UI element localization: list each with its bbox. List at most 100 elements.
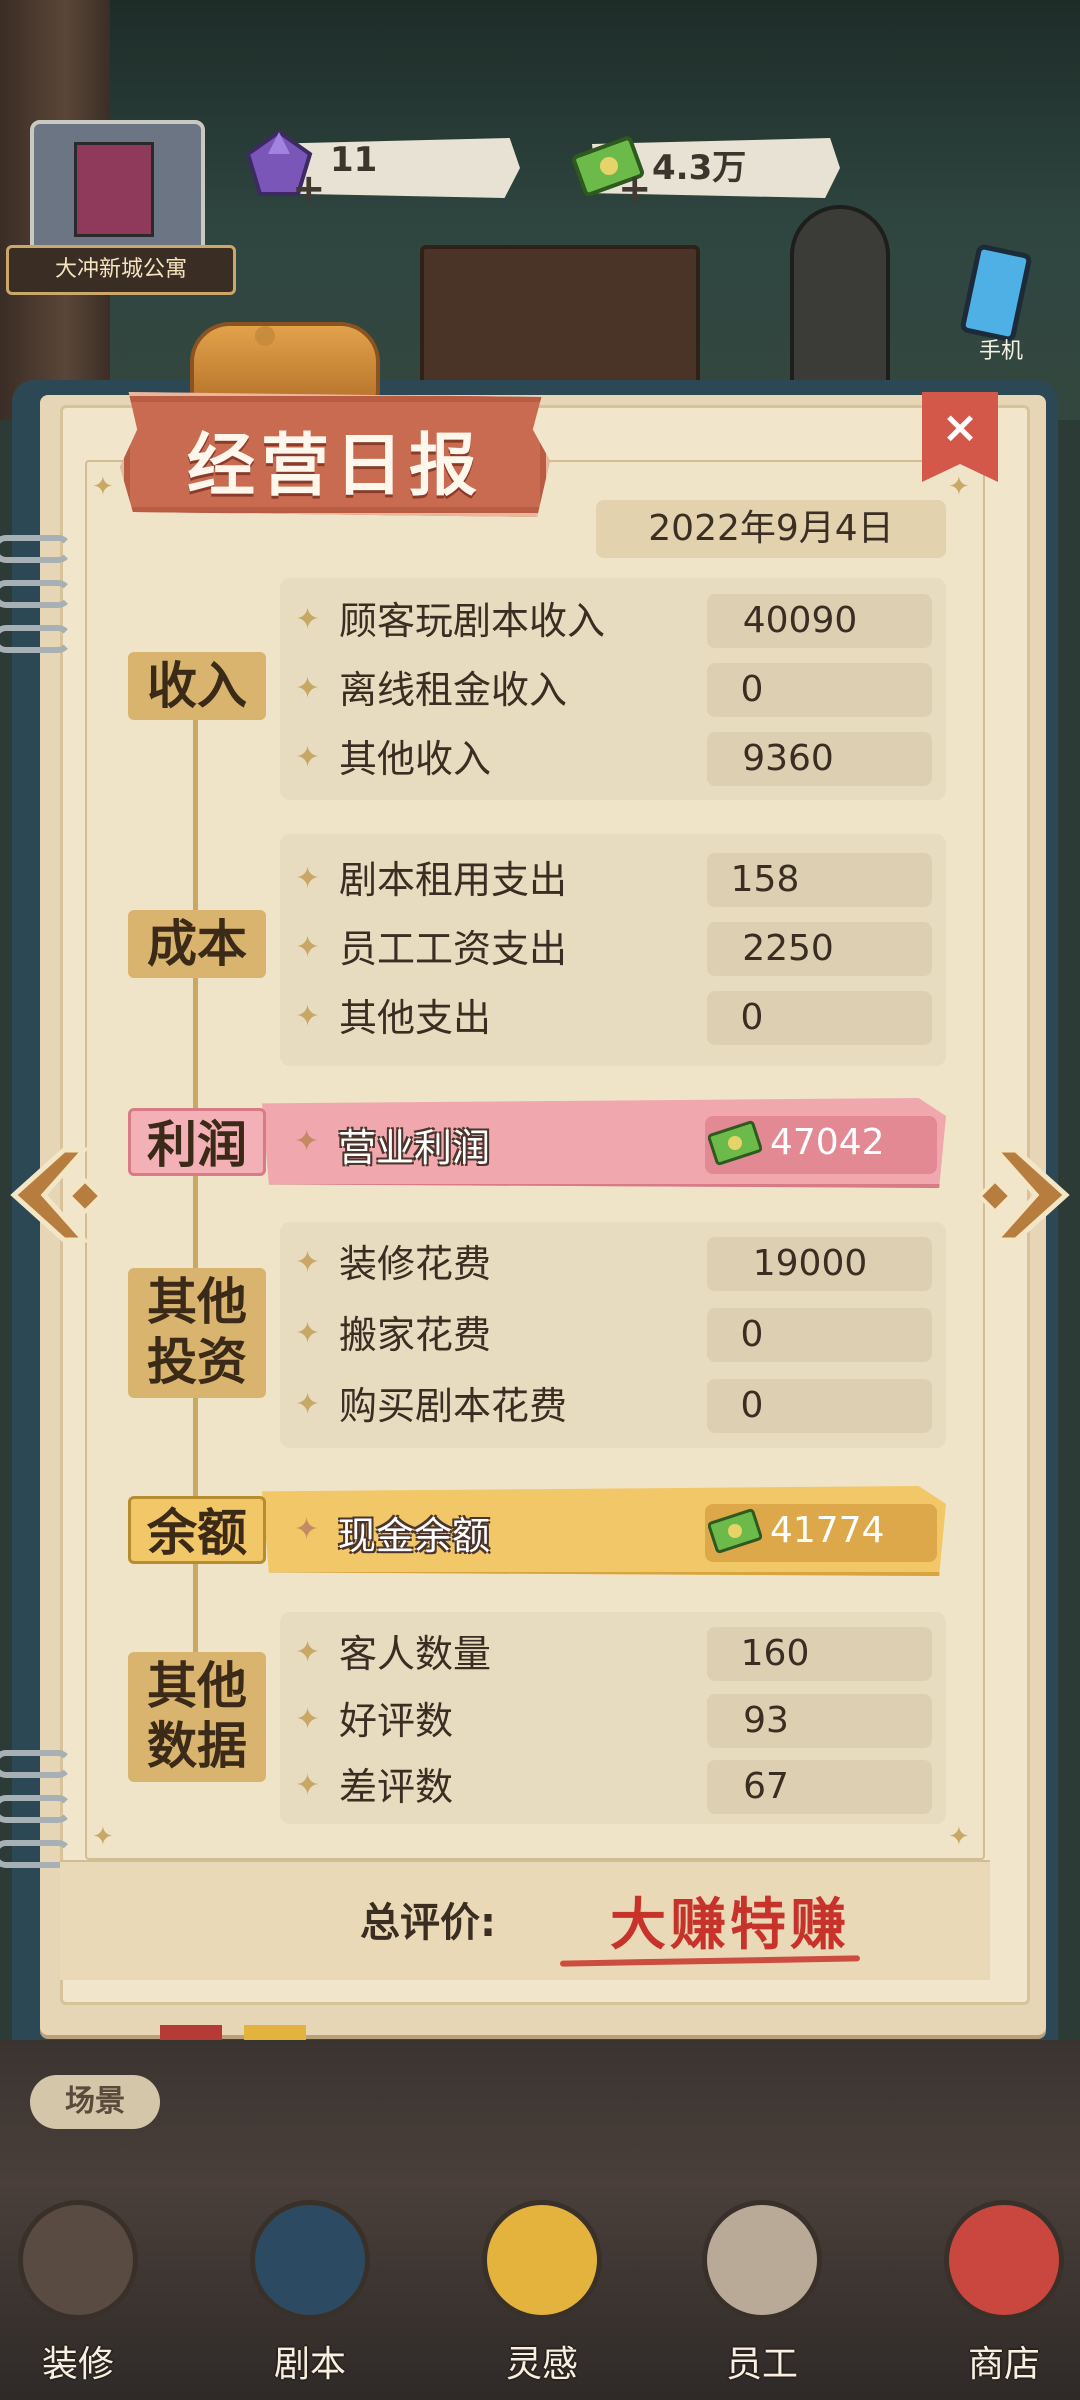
overall-rating-label: 总评价:: [360, 1900, 496, 1946]
nav-label: 商店: [967, 2344, 1040, 2385]
income-row: ✦ 其他收入 9360: [295, 732, 935, 786]
row-label: 其他支出: [339, 996, 492, 1040]
other-data-row: ✦ 差评数 67: [295, 1760, 935, 1814]
row-label: 装修花费: [339, 1242, 492, 1286]
row-value: 0: [740, 669, 764, 710]
shop-icon: [944, 2200, 1064, 2320]
row-value: 0: [740, 1385, 764, 1426]
corner-ornament-icon: ✦: [948, 472, 970, 502]
investment-row: ✦ 购买剧本花费 0: [295, 1379, 935, 1433]
star-bullet-icon: ✦: [295, 671, 321, 706]
investment-row: ✦ 装修花费 19000: [295, 1237, 935, 1291]
clip-hole: [255, 326, 275, 346]
star-bullet-icon: ✦: [295, 1702, 321, 1737]
gem-count: 11: [330, 140, 378, 180]
corner-ornament-icon: ✦: [92, 472, 114, 502]
investment-category-label: 其他 投资: [128, 1268, 266, 1398]
cash-stack-icon: [708, 1508, 762, 1554]
clipboard-clip: [190, 322, 380, 402]
rating-bar: [60, 1860, 990, 1980]
row-value: 40090: [742, 600, 858, 641]
star-bullet-icon: ✦: [295, 602, 321, 637]
balance-category-label: 余额: [128, 1496, 266, 1564]
star-bullet-icon: ✦: [294, 1512, 320, 1547]
next-page-arrow-icon[interactable]: [966, 1140, 1076, 1250]
investment-row: ✦ 搬家花费 0: [295, 1308, 935, 1362]
star-bullet-icon: ✦: [295, 999, 321, 1034]
row-label: 顾客玩剧本收入: [339, 599, 606, 643]
row-label: 客人数量: [339, 1632, 492, 1676]
cash-plus-icon[interactable]: +: [618, 166, 652, 212]
star-bullet-icon: ✦: [295, 1245, 321, 1280]
cost-row: ✦ 其他支出 0: [295, 991, 935, 1045]
row-label: 员工工资支出: [339, 927, 568, 971]
row-label: 离线租金收入: [339, 668, 568, 712]
row-value: 160: [740, 1633, 810, 1674]
row-value: 2250: [742, 928, 834, 969]
row-value: 9360: [742, 738, 834, 779]
other-data-label-line1: 其他: [147, 1657, 247, 1715]
nav-staff-button[interactable]: 员工: [692, 2200, 832, 2400]
star-bullet-icon: ✦: [295, 1635, 321, 1670]
location-thumbnail[interactable]: [30, 120, 205, 260]
star-bullet-icon: ✦: [294, 1124, 320, 1159]
investment-label-line1: 其他: [147, 1273, 247, 1331]
cost-row: ✦ 员工工资支出 2250: [295, 922, 935, 976]
other-data-row: ✦ 客人数量 160: [295, 1627, 935, 1681]
binder-ring: [0, 580, 72, 608]
staff-card-icon: [702, 2200, 822, 2320]
scene-tag[interactable]: 场景: [30, 2075, 160, 2129]
other-data-category-label: 其他 数据: [128, 1652, 266, 1782]
location-name[interactable]: 大冲新城公寓: [6, 245, 236, 295]
corner-ornament-icon: ✦: [92, 1822, 114, 1852]
scene-door: [790, 205, 890, 395]
row-label: 搬家花费: [339, 1313, 492, 1357]
nav-inspiration-button[interactable]: 灵感: [472, 2200, 612, 2400]
income-category-label: 收入: [128, 652, 266, 720]
balance-value: 41774: [770, 1510, 885, 1551]
lightbulb-icon: [482, 2200, 602, 2320]
nav-decorate-button[interactable]: 装修: [8, 2200, 148, 2400]
row-value: 158: [730, 859, 800, 900]
row-value: 93: [743, 1700, 789, 1741]
close-icon: ×: [941, 402, 979, 453]
cash-stack-icon: [708, 1120, 762, 1166]
star-bullet-icon: ✦: [295, 740, 321, 775]
other-data-label-line2: 数据: [147, 1717, 247, 1775]
star-bullet-icon: ✦: [295, 1316, 321, 1351]
binder-ring: [0, 625, 72, 653]
nav-label: 装修: [41, 2344, 114, 2385]
nav-shop-button[interactable]: 商店: [934, 2200, 1074, 2400]
phone-button[interactable]: 手机: [956, 243, 1036, 368]
gem-plus-icon[interactable]: +: [292, 166, 326, 212]
balance-item-label: 现金余额: [338, 1514, 491, 1558]
previous-page-arrow-icon[interactable]: [4, 1140, 114, 1250]
overall-rating-stamp: 大赚特赚: [610, 1892, 850, 1958]
corner-ornament-icon: ✦: [948, 1822, 970, 1852]
cash-amount: 4.3万: [652, 148, 747, 188]
nav-script-button[interactable]: 剧本: [240, 2200, 380, 2400]
nav-label: 员工: [725, 2344, 798, 2385]
binder-ring: [0, 535, 72, 563]
income-row: ✦ 顾客玩剧本收入 40090: [295, 594, 935, 648]
profit-category-label: 利润: [128, 1108, 266, 1176]
cost-row: ✦ 剧本租用支出 158: [295, 853, 935, 907]
row-label: 其他收入: [339, 737, 492, 781]
row-label: 差评数: [339, 1765, 454, 1809]
nav-label: 剧本: [273, 2344, 346, 2385]
house-icon: [18, 2200, 138, 2320]
star-bullet-icon: ✦: [295, 930, 321, 965]
nav-label: 灵感: [505, 2344, 578, 2385]
building-icon: [74, 142, 154, 237]
cost-category-label: 成本: [128, 910, 266, 978]
star-bullet-icon: ✦: [295, 1768, 321, 1803]
phone-label: 手机: [978, 339, 1023, 364]
income-row: ✦ 离线租金收入 0: [295, 663, 935, 717]
profit-value: 47042: [770, 1122, 885, 1163]
scene-shelf: [420, 245, 700, 385]
phone-icon: [959, 243, 1033, 343]
profit-item-label: 营业利润: [338, 1126, 491, 1170]
row-value: 0: [740, 1314, 764, 1355]
star-bullet-icon: ✦: [295, 861, 321, 896]
row-label: 好评数: [339, 1699, 454, 1743]
